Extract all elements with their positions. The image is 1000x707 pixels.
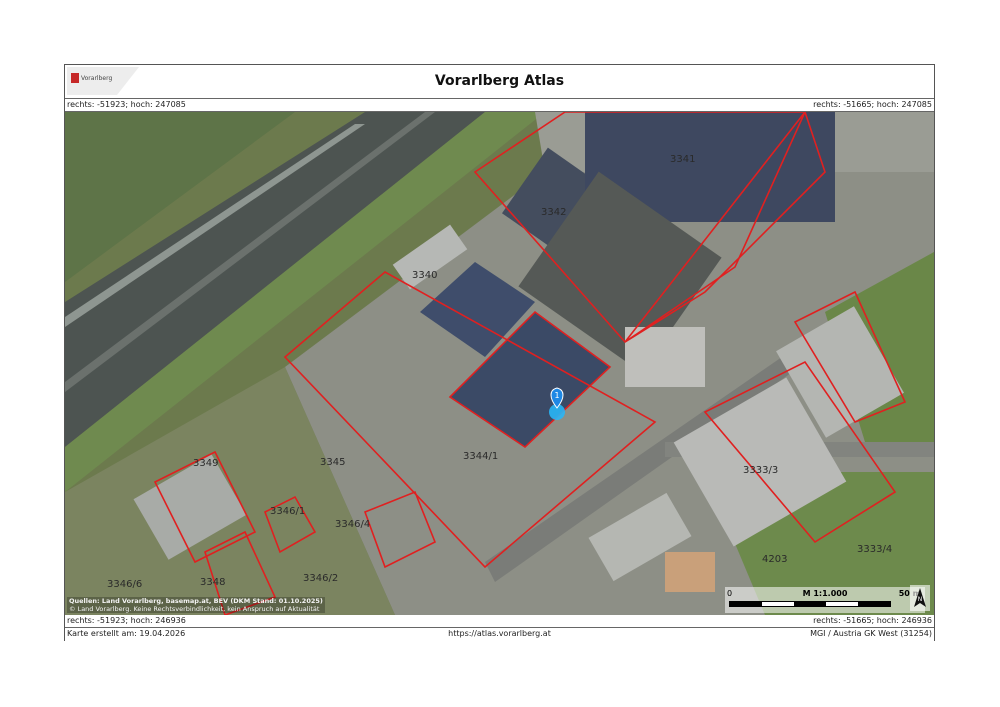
parcel-label: 3346/2 (303, 573, 338, 584)
svg-text:N: N (918, 596, 923, 603)
parcel-label: 3333/4 (857, 544, 892, 555)
map-sheet: Vorarlberg Vorarlberg Atlas rechts: -519… (64, 64, 935, 641)
parcel-label: 3349 (193, 458, 218, 469)
page-title: Vorarlberg Atlas (434, 73, 565, 89)
map-canvas[interactable]: 3344/1 3345 3349 3346/1 3346/4 3348 3346… (65, 112, 934, 616)
scale-ratio: M 1:1.000 (802, 589, 848, 598)
parcel-label: 3345 (320, 457, 345, 468)
map-footer: Karte erstellt am: 19.04.2026 https://at… (65, 628, 934, 641)
map-sources: Quellen: Land Vorarlberg, basemap.at, BE… (67, 597, 325, 613)
parcel-label: 3341 (670, 154, 695, 165)
north-arrow-icon: N (910, 585, 930, 611)
coord-bottom-left: rechts: -51923; hoch: 246936 (67, 616, 186, 625)
parcel-label: 3346/4 (335, 519, 370, 530)
parcel-label: 3342 (541, 207, 566, 218)
atlas-url-link[interactable]: https://atlas.vorarlberg.at (65, 629, 934, 638)
aerial-map: 3344/1 3345 3349 3346/1 3346/4 3348 3346… (65, 112, 934, 615)
coord-top-left: rechts: -51923; hoch: 247085 (67, 100, 186, 109)
marker-number: 1 (554, 391, 559, 400)
coord-bottom-right: rechts: -51665; hoch: 246936 (813, 616, 932, 625)
coord-top-right: rechts: -51665; hoch: 247085 (813, 100, 932, 109)
parcel-label: 3348 (200, 577, 225, 588)
map-header: Vorarlberg Vorarlberg Atlas (65, 65, 934, 99)
sources-line: Quellen: Land Vorarlberg, basemap.at, BE… (69, 597, 323, 605)
parcel-label: 3346/6 (107, 579, 142, 590)
parcel-label: 3344/1 (463, 451, 498, 462)
scale-bar (729, 601, 891, 607)
scale-bar-box: 0 M 1:1.000 50 m (725, 587, 925, 613)
disclaimer-line: © Land Vorarlberg. Keine Rechtsverbindli… (69, 605, 320, 613)
parcel-label: 3346/1 (270, 506, 305, 517)
parcel-label: 4203 (762, 554, 787, 565)
coords-bottom-row: rechts: -51923; hoch: 246936 rechts: -51… (65, 615, 934, 628)
coords-top-row: rechts: -51923; hoch: 247085 rechts: -51… (65, 99, 934, 112)
crs-label: MGI / Austria GK West (31254) (810, 629, 932, 638)
parcel-label: 3333/3 (743, 465, 778, 476)
parcel-label: 3340 (412, 270, 437, 281)
